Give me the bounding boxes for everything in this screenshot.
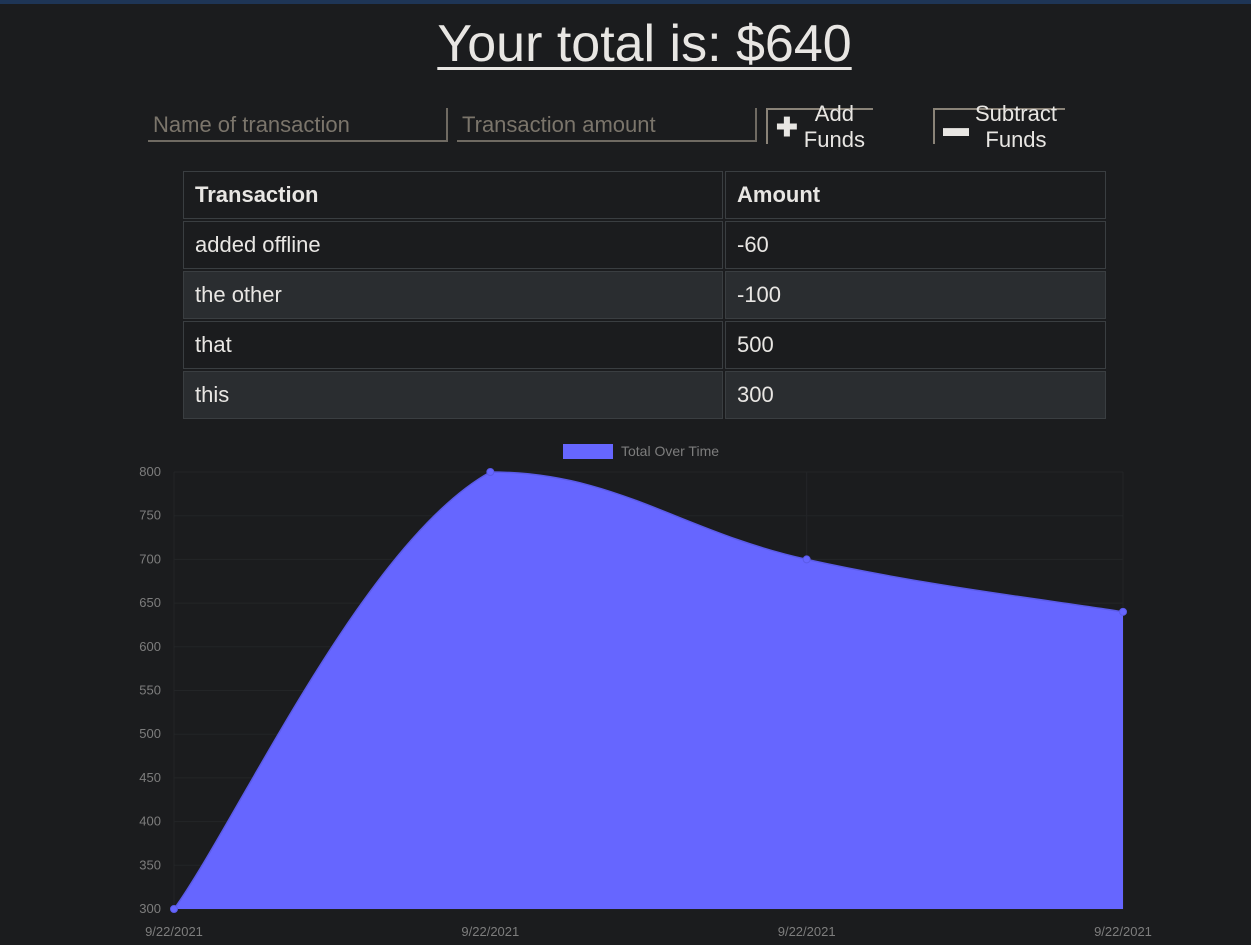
- table-header-row: Transaction Amount: [183, 171, 1106, 219]
- window-top-strip: [0, 0, 1251, 4]
- transaction-name-cell: added offline: [183, 221, 723, 269]
- subtract-funds-button[interactable]: ▬ Subtract Funds: [933, 101, 1065, 152]
- transaction-name-cell: this: [183, 371, 723, 419]
- page-title: Your total is: $640: [437, 15, 852, 73]
- y-tick-label: 750: [139, 508, 161, 523]
- table-row: added offline -60: [183, 221, 1106, 269]
- transaction-amount-input[interactable]: [457, 108, 757, 142]
- transactions-table: Transaction Amount added offline -60 the…: [181, 169, 1108, 421]
- y-tick-label: 700: [139, 551, 161, 566]
- y-tick-label: 500: [139, 726, 161, 741]
- data-point: [802, 555, 811, 564]
- transaction-amount-cell: -60: [725, 221, 1106, 269]
- add-funds-label: Add Funds: [803, 101, 865, 152]
- column-header-transaction: Transaction: [183, 171, 723, 219]
- legend-label: Total Over Time: [621, 443, 719, 459]
- transaction-amount-cell: 500: [725, 321, 1106, 369]
- y-tick-label: 650: [139, 595, 161, 610]
- transaction-amount-cell: -100: [725, 271, 1106, 319]
- y-tick-label: 450: [139, 770, 161, 785]
- transaction-amount-cell: 300: [725, 371, 1106, 419]
- y-tick-label: 550: [139, 683, 161, 698]
- x-tick-label: 9/22/2021: [1094, 924, 1152, 939]
- column-header-amount: Amount: [725, 171, 1106, 219]
- x-tick-label: 9/22/2021: [145, 924, 203, 939]
- table-row: that 500: [183, 321, 1106, 369]
- add-funds-button[interactable]: ✚ Add Funds: [766, 101, 873, 152]
- x-tick-label: 9/22/2021: [778, 924, 836, 939]
- y-tick-label: 600: [139, 639, 161, 654]
- y-tick-label: 350: [139, 857, 161, 872]
- subtract-funds-label: Subtract Funds: [975, 101, 1057, 152]
- data-point: [170, 905, 178, 913]
- plus-icon: ✚: [776, 112, 798, 142]
- total-over-time-chart: 300 350 400 450 500 550 600 650 700 750 800 9/22/20…: [139, 443, 1152, 939]
- table-row: this 300: [183, 371, 1106, 419]
- x-tick-label: 9/22/2021: [461, 924, 519, 939]
- legend-swatch: [563, 444, 613, 459]
- data-point: [1119, 607, 1127, 616]
- transaction-name-cell: that: [183, 321, 723, 369]
- series-area: [174, 472, 1123, 909]
- table-row: the other -100: [183, 271, 1106, 319]
- y-tick-label: 400: [139, 814, 161, 829]
- transaction-name-cell: the other: [183, 271, 723, 319]
- transaction-name-input[interactable]: [148, 108, 448, 142]
- data-point: [486, 468, 495, 476]
- y-tick-label: 300: [139, 901, 161, 916]
- minus-icon: ▬: [943, 112, 969, 142]
- y-tick-label: 800: [139, 464, 161, 479]
